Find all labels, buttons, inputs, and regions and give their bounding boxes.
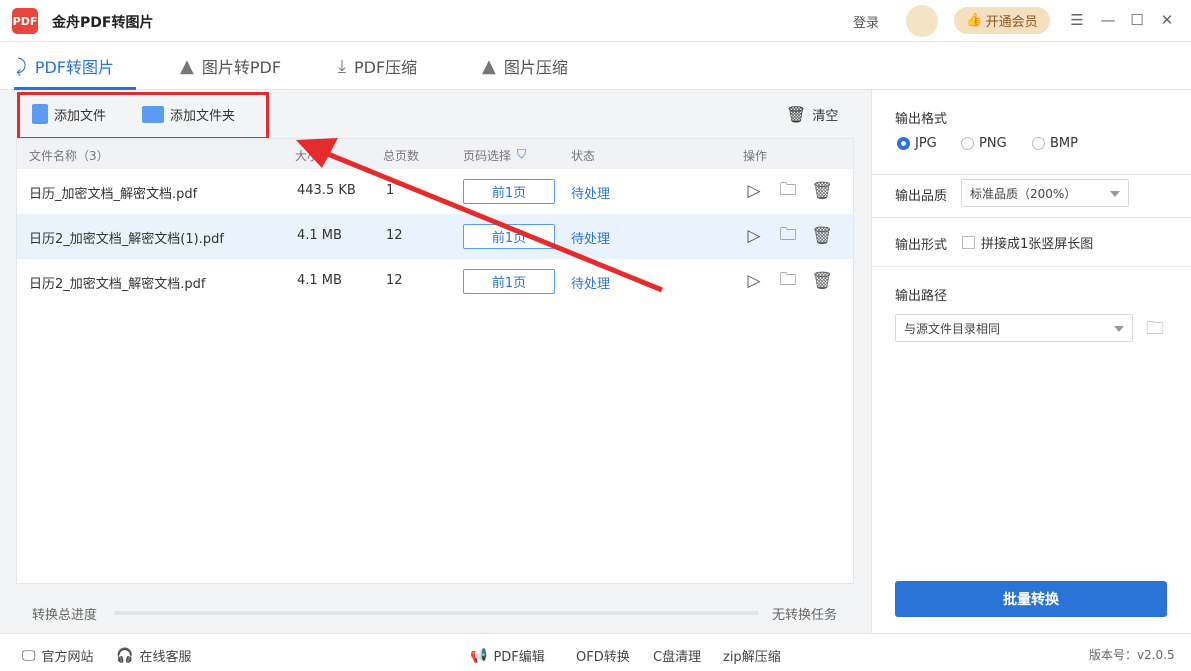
- form-label: 输出形式: [895, 238, 948, 253]
- megaphone-icon: 📢: [470, 647, 488, 664]
- stitch-checkbox[interactable]: 拼接成1张竖屏长图: [962, 233, 1093, 252]
- vip-button-label: 开通会员: [985, 15, 1038, 30]
- radio-unchecked-icon: [961, 137, 974, 150]
- monitor-icon: 🖵: [22, 647, 36, 664]
- radio-unchecked-icon: [1032, 137, 1045, 150]
- settings-panel: 输出格式 JPG PNG BMP 输出品质 标准品质（200%） 输出形式 拼接…: [871, 90, 1191, 633]
- chevron-down-icon: [1114, 326, 1124, 332]
- path-value: 与源文件目录相同: [904, 321, 1001, 336]
- batch-convert-button[interactable]: 批量转换: [895, 581, 1167, 617]
- chevron-down-icon: [1110, 191, 1120, 197]
- quality-select[interactable]: 标准品质（200%）: [961, 179, 1129, 207]
- format-option-label: JPG: [915, 136, 937, 151]
- pdf-edit-label: PDF编辑: [493, 650, 545, 665]
- divider: [872, 174, 1191, 175]
- divider: [872, 266, 1191, 267]
- radio-checked-icon: [897, 137, 910, 150]
- progress-bar: [114, 611, 759, 615]
- quality-value: 标准品质（200%）: [970, 186, 1077, 201]
- menu-icon[interactable]: ☰: [1067, 10, 1087, 30]
- ofd-link[interactable]: OFD转换: [576, 646, 630, 665]
- annotation-arrow: [296, 138, 663, 293]
- close-icon[interactable]: ✕: [1157, 10, 1177, 30]
- website-label: 官方网站: [41, 650, 94, 665]
- checkbox-icon: [962, 236, 975, 249]
- stitch-option-label: 拼接成1张竖屏长图: [981, 237, 1094, 252]
- minimize-icon[interactable]: —: [1098, 10, 1118, 30]
- quality-label: 输出品质: [895, 189, 948, 204]
- version-label: 版本号：v2.0.5: [1089, 648, 1175, 662]
- arrow-shaft: [317, 147, 663, 293]
- progress-label: 转换总进度: [32, 608, 98, 623]
- service-label: 在线客服: [139, 650, 192, 665]
- headset-icon: 🎧: [116, 647, 134, 664]
- browse-folder-icon[interactable]: 🗀: [1146, 316, 1164, 346]
- path-label: 输出路径: [895, 289, 948, 304]
- maximize-icon[interactable]: ☐: [1127, 10, 1147, 30]
- thumbs-up-icon: 👍: [966, 13, 983, 28]
- format-option-label: PNG: [979, 136, 1007, 151]
- footer-bar: 🖵 官方网站 🎧 在线客服 📢 PDF编辑 OFD转换 C盘清理 zip解压缩 …: [0, 633, 1191, 671]
- avatar[interactable]: [906, 5, 938, 37]
- pdf-edit-link[interactable]: 📢 PDF编辑: [470, 646, 545, 666]
- path-select[interactable]: 与源文件目录相同: [895, 314, 1133, 342]
- format-png-radio[interactable]: PNG: [961, 136, 1007, 151]
- progress-row: 转换总进度 无转换任务: [16, 600, 854, 624]
- vip-button[interactable]: 👍 开通会员: [954, 7, 1050, 34]
- website-link[interactable]: 🖵 官方网站: [22, 646, 94, 666]
- format-option-label: BMP: [1050, 136, 1078, 151]
- progress-status: 无转换任务: [772, 608, 838, 623]
- c-clean-link[interactable]: C盘清理: [653, 646, 701, 665]
- format-bmp-radio[interactable]: BMP: [1032, 136, 1078, 151]
- divider: [872, 217, 1191, 218]
- format-jpg-radio[interactable]: JPG: [897, 136, 937, 151]
- format-label: 输出格式: [895, 112, 948, 127]
- zip-link[interactable]: zip解压缩: [723, 646, 781, 665]
- service-link[interactable]: 🎧 在线客服: [116, 646, 192, 666]
